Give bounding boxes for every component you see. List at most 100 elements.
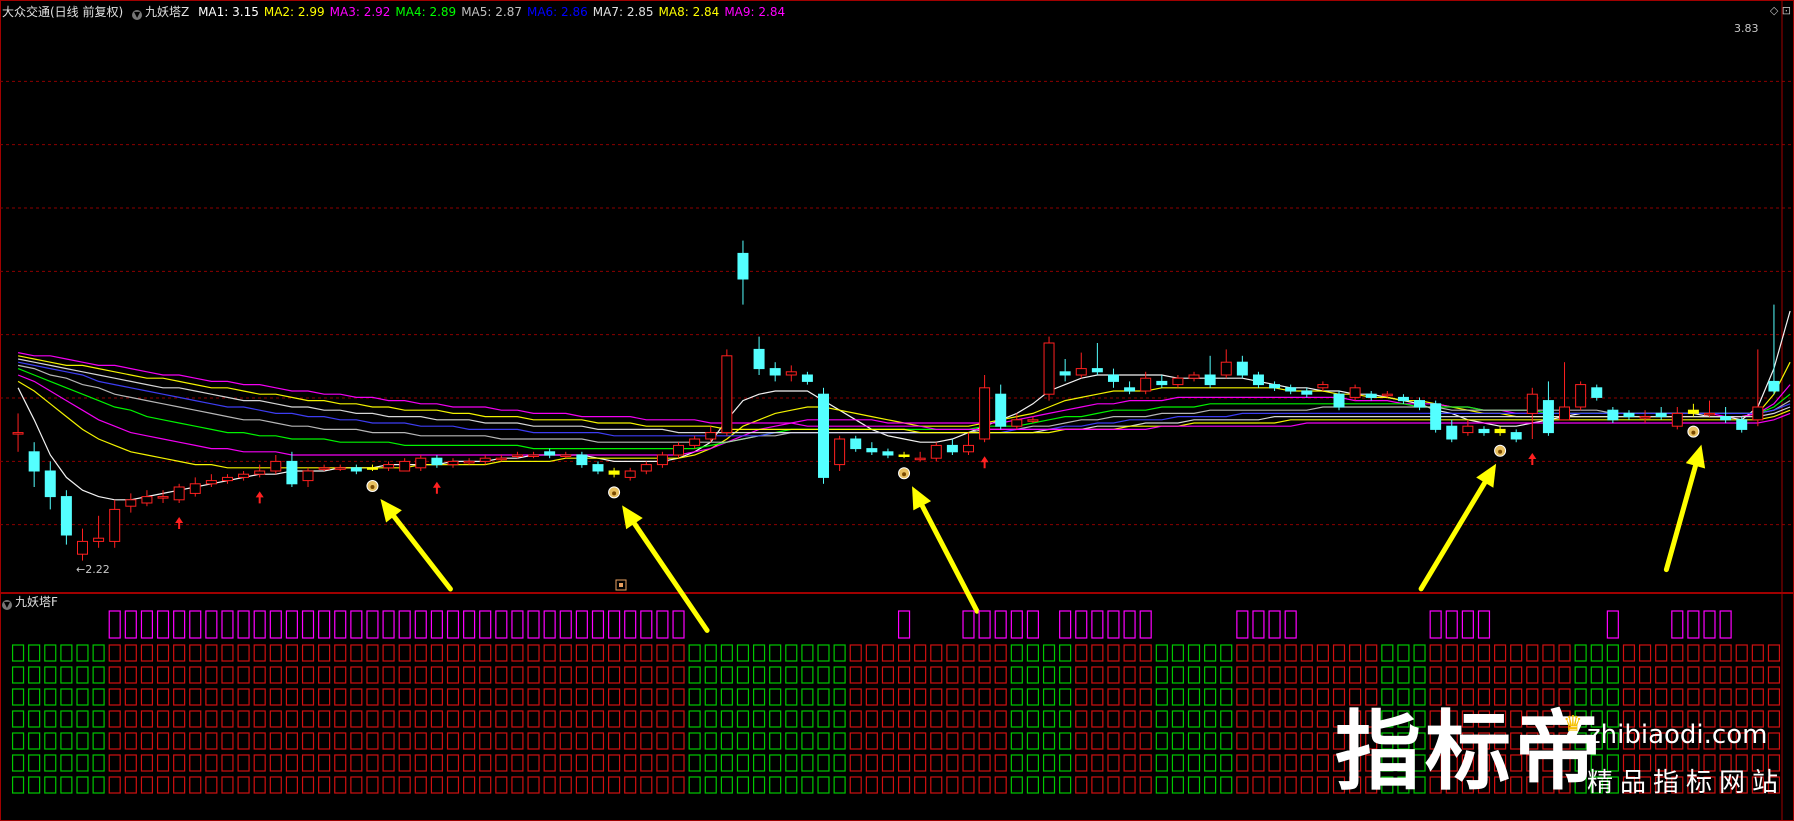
tower-cell	[221, 710, 234, 728]
tower-cell	[817, 776, 830, 794]
ma-legend-item: MA6: 2.86	[526, 5, 588, 19]
collapse-icon[interactable]: ▼	[2, 600, 12, 610]
tower-cell	[11, 754, 25, 772]
tower-cell	[1429, 644, 1442, 662]
callout-arrowhead	[622, 505, 643, 530]
tower-cell	[140, 710, 154, 728]
callout-arrows	[380, 444, 1706, 633]
restore-icon[interactable]: ⊡	[1782, 4, 1791, 17]
tower-cell	[221, 644, 234, 662]
tower-cell	[833, 666, 846, 684]
tower-cell	[1687, 666, 1700, 684]
magenta-block	[1107, 610, 1120, 639]
tower-cell	[704, 688, 717, 706]
tower-cell	[1236, 732, 1249, 750]
tower-cell	[301, 688, 315, 706]
tower-cell	[543, 776, 556, 794]
tower-cell	[318, 754, 331, 772]
tower-cell	[1075, 710, 1088, 728]
tower-cell	[994, 710, 1007, 728]
tower-cell	[1316, 688, 1329, 706]
tower-cell	[817, 710, 830, 728]
tower-cell	[672, 666, 685, 684]
tower-cell	[752, 710, 766, 728]
main-legend: 大众交通(日线 前复权) ▼ 九妖塔Z MA1: 3.15 MA2: 2.99 MA3…	[2, 3, 795, 20]
tower-cell	[849, 688, 862, 706]
tower-cell	[366, 710, 379, 728]
tower-cell	[881, 644, 895, 662]
tower-cell	[672, 688, 685, 706]
tower-cell	[253, 644, 266, 662]
candle-body	[576, 454, 588, 466]
tower-cell	[1155, 688, 1168, 706]
tower-cell	[1252, 644, 1265, 662]
tower-cell	[1703, 666, 1716, 684]
tower-cell	[736, 732, 750, 750]
candle-body	[431, 457, 443, 466]
tower-cell	[414, 732, 427, 750]
tower-cell	[1139, 754, 1152, 772]
tower-cell	[60, 644, 73, 662]
buy-arrow-icon	[255, 491, 264, 504]
ma-legend-item: MA5: 2.87	[461, 5, 522, 19]
tower-cell	[173, 644, 186, 662]
candle-body	[882, 451, 894, 456]
tower-cell	[914, 732, 927, 750]
tower-cell	[1268, 754, 1281, 772]
magenta-block	[994, 610, 1007, 639]
diamond-icon[interactable]: ◇	[1770, 4, 1778, 17]
tower-cell	[946, 666, 959, 684]
watermark: 指标帝 ♛ zhibiaodi.com 精品指标网站	[1335, 702, 1785, 812]
collapse-icon[interactable]: ▼	[132, 10, 143, 20]
stock-title: 大众交通(日线 前复权)	[2, 5, 124, 19]
tower-cell	[978, 688, 991, 706]
tower-cell	[1574, 644, 1587, 662]
tower-cell	[1252, 754, 1265, 772]
tower-cell	[366, 776, 379, 794]
tower-cell	[1655, 644, 1668, 662]
tower-cell	[479, 688, 492, 706]
tower-cell	[350, 644, 363, 662]
tower-cell	[269, 776, 282, 794]
tower-cell	[720, 710, 733, 728]
candle-body	[254, 470, 266, 475]
tower-cell	[1187, 710, 1201, 728]
tower-cell	[92, 688, 105, 706]
tower-cell	[1026, 732, 1040, 750]
tower-cell	[189, 732, 202, 750]
tower-cell	[1606, 644, 1619, 662]
tower-cell	[946, 644, 959, 662]
tower-cell	[108, 710, 121, 728]
tower-cell	[350, 732, 363, 750]
tower-cell	[769, 644, 782, 662]
tower-cell	[1026, 776, 1040, 794]
tower-cell	[1187, 666, 1201, 684]
candle-body	[60, 496, 72, 536]
money-bag-mark	[1691, 430, 1696, 435]
tower-cell	[1107, 666, 1120, 684]
tower-cell	[414, 776, 427, 794]
tower-cell	[624, 666, 637, 684]
tower-cell	[189, 666, 202, 684]
candle-body	[447, 460, 459, 466]
tower-cell	[205, 666, 218, 684]
tower-cell	[978, 666, 991, 684]
tower-cell	[640, 732, 653, 750]
candle-body	[834, 438, 846, 466]
low-price-label: ←2.22	[76, 563, 110, 576]
candle-body	[383, 464, 395, 469]
tower-cell	[173, 666, 186, 684]
tower-cell	[1042, 754, 1056, 772]
tower-cell	[785, 754, 798, 772]
tower-cell	[1316, 754, 1329, 772]
tower-cell	[511, 776, 524, 794]
tower-cell	[1187, 644, 1201, 662]
candle-body	[109, 508, 121, 542]
tower-cell	[237, 776, 250, 794]
tower-cell	[318, 644, 331, 662]
tower-cell	[1204, 688, 1217, 706]
candle-body	[995, 393, 1007, 427]
magenta-block	[1252, 610, 1265, 639]
tower-cell	[430, 776, 443, 794]
tower-cell	[205, 710, 218, 728]
